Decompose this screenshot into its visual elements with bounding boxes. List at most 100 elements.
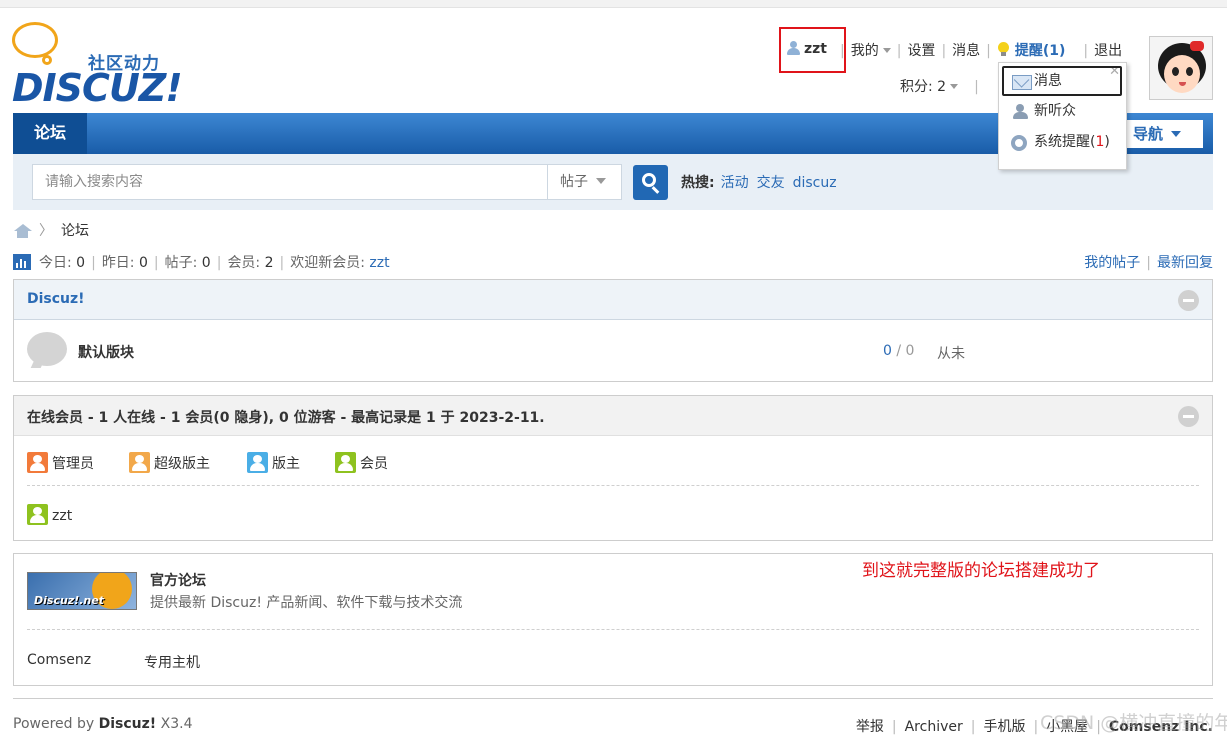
hot-search-link[interactable]: 活动 — [721, 175, 749, 191]
my-posts-link[interactable]: 我的帖子 — [1084, 255, 1140, 271]
text-link[interactable]: 专用主机 — [144, 652, 200, 672]
stat-label: 会员: — [227, 255, 261, 271]
home-icon[interactable] — [13, 224, 32, 238]
archiver-link[interactable]: Archiver — [905, 719, 963, 735]
credits-caret-icon — [950, 84, 959, 89]
hot-search-link[interactable]: discuz — [793, 175, 837, 191]
dropdown-item-new-followers[interactable]: 新听众 — [1002, 97, 1122, 127]
username-link[interactable]: zzt — [786, 41, 827, 57]
stat-members: 2 — [264, 255, 274, 271]
search-input[interactable]: 请输入搜索内容 — [32, 164, 548, 200]
super-moderator-icon — [129, 452, 150, 473]
forum-posts: 0 — [905, 343, 915, 359]
count-paren-close: ) — [1104, 134, 1110, 150]
quick-nav-label: 导航 — [1133, 125, 1164, 143]
legend-super-mod: 超级版主 — [129, 452, 210, 473]
top-strip — [0, 0, 1227, 8]
powered-by-label: Powered by — [13, 716, 95, 732]
legend-label: 管理员 — [52, 456, 94, 472]
dropdown-item-label: 系统提醒 — [1034, 134, 1090, 150]
messages-link[interactable]: 消息 — [952, 43, 980, 59]
username-text: zzt — [804, 41, 827, 57]
category-box: Discuz! 默认版块 0 / 0 从未 — [13, 279, 1213, 382]
credits-text: 积分: 2 — [900, 79, 947, 95]
site-logo[interactable]: 社区动力 DISCUZ! — [12, 22, 183, 110]
online-box: 在线会员 - 1 人在线 - 1 会员(0 隐身), 0 位游客 - 最高记录是… — [13, 395, 1213, 541]
product-link[interactable]: Discuz! — [99, 716, 157, 732]
count-slash: / — [891, 343, 906, 359]
admin-user-icon — [27, 452, 48, 473]
remind-dropdown: ✕ 消息 新听众 系统提醒(1) — [998, 62, 1127, 170]
stat-label: 帖子: — [164, 255, 198, 271]
discuz-net-logo[interactable]: Discuz!.net — [27, 572, 137, 610]
bulb-icon — [997, 42, 1009, 57]
search-icon — [642, 173, 656, 187]
quick-nav-button[interactable]: 导航 — [1121, 120, 1203, 148]
forum-name-link[interactable]: 默认版块 — [78, 342, 134, 362]
category-header: Discuz! — [14, 280, 1212, 320]
official-forum-desc: 提供最新 Discuz! 产品新闻、软件下载与技术交流 — [150, 595, 463, 611]
search-type-select[interactable]: 帖子 — [547, 164, 622, 200]
gear-icon — [1011, 135, 1027, 151]
search-button[interactable] — [633, 165, 668, 200]
member-icon — [27, 504, 48, 525]
stat-yesterday: 0 — [138, 255, 148, 271]
nav-item-forum[interactable]: 论坛 — [13, 113, 87, 154]
stat-label: 今日: — [39, 255, 72, 271]
version-label: X3.4 — [160, 716, 193, 732]
text-link[interactable]: Comsenz — [27, 652, 91, 668]
forum-bubble-icon — [27, 332, 67, 366]
online-title[interactable]: 在线会员 - 1 人在线 - 1 会员(0 隐身), 0 位游客 - 最高记录是… — [27, 407, 545, 427]
footer-divider — [13, 698, 1213, 699]
breadcrumb: 〉论坛 — [13, 220, 89, 240]
collapse-icon[interactable] — [1178, 406, 1199, 427]
breadcrumb-arrow-icon: 〉 — [39, 223, 53, 239]
hot-search: 热搜: 活动 交友 discuz — [681, 172, 845, 192]
moderator-icon — [247, 452, 268, 473]
newest-member-link[interactable]: zzt — [369, 255, 389, 271]
latest-replies-link[interactable]: 最新回复 — [1157, 255, 1213, 271]
official-forum-link[interactable]: 官方论坛 — [150, 570, 206, 590]
remind-link[interactable]: 提醒(1) — [1015, 43, 1066, 59]
user-links: | 我的 | 设置 | 消息 | 提醒(1) | 退出 — [840, 42, 1123, 59]
logo-bubble-icon — [12, 22, 58, 58]
logo-bubble-tail — [42, 55, 52, 65]
stat-posts: 0 — [201, 255, 211, 271]
user-icon — [1012, 104, 1028, 120]
legend-mod: 版主 — [247, 452, 300, 473]
logout-link[interactable]: 退出 — [1094, 43, 1122, 59]
collapse-icon[interactable] — [1178, 290, 1199, 311]
online-user[interactable]: zzt — [27, 504, 72, 525]
member-icon — [335, 452, 356, 473]
my-menu-caret-icon[interactable] — [882, 48, 891, 53]
hot-search-link[interactable]: 交友 — [757, 175, 785, 191]
divider — [27, 629, 1199, 630]
user-icon — [786, 41, 800, 55]
stat-label: 昨日: — [101, 255, 135, 271]
hot-search-label: 热搜: — [681, 175, 715, 191]
legend-admin: 管理员 — [27, 452, 94, 473]
forum-last-post: 从未 — [937, 346, 965, 362]
stat-label: 欢迎新会员: — [290, 255, 365, 271]
my-menu[interactable]: 我的 — [851, 43, 879, 59]
report-link[interactable]: 举报 — [856, 719, 884, 735]
stats-links: 我的帖子 | 最新回复 — [1084, 255, 1213, 271]
annotation-note: 到这就完整版的论坛搭建成功了 — [862, 561, 1100, 581]
online-header: 在线会员 - 1 人在线 - 1 会员(0 隐身), 0 位游客 - 最高记录是… — [14, 396, 1212, 436]
avatar[interactable] — [1149, 36, 1213, 100]
chevron-down-icon — [596, 178, 606, 184]
divider — [27, 485, 1199, 486]
forum-stats: 今日: 0 | 昨日: 0 | 帖子: 0 | 会员: 2 | 欢迎新会员: zzt — [13, 252, 390, 272]
credits-menu[interactable]: 积分: 2 | — [900, 76, 985, 96]
chevron-down-icon — [1171, 131, 1182, 137]
discuz-net-logo-text: Discuz!.net — [34, 594, 104, 607]
watermark: CSDN @横冲直撞的年华 — [1040, 712, 1227, 734]
category-title[interactable]: Discuz! — [27, 291, 85, 307]
settings-link[interactable]: 设置 — [907, 43, 935, 59]
breadcrumb-current[interactable]: 论坛 — [61, 223, 89, 239]
forum-threads: 0 — [883, 343, 892, 359]
dropdown-item-label: 新听众 — [1034, 103, 1076, 119]
mobile-link[interactable]: 手机版 — [983, 719, 1025, 735]
dropdown-item-system-notice[interactable]: 系统提醒(1) — [1002, 128, 1122, 158]
dropdown-item-messages[interactable]: 消息 — [1002, 66, 1122, 96]
